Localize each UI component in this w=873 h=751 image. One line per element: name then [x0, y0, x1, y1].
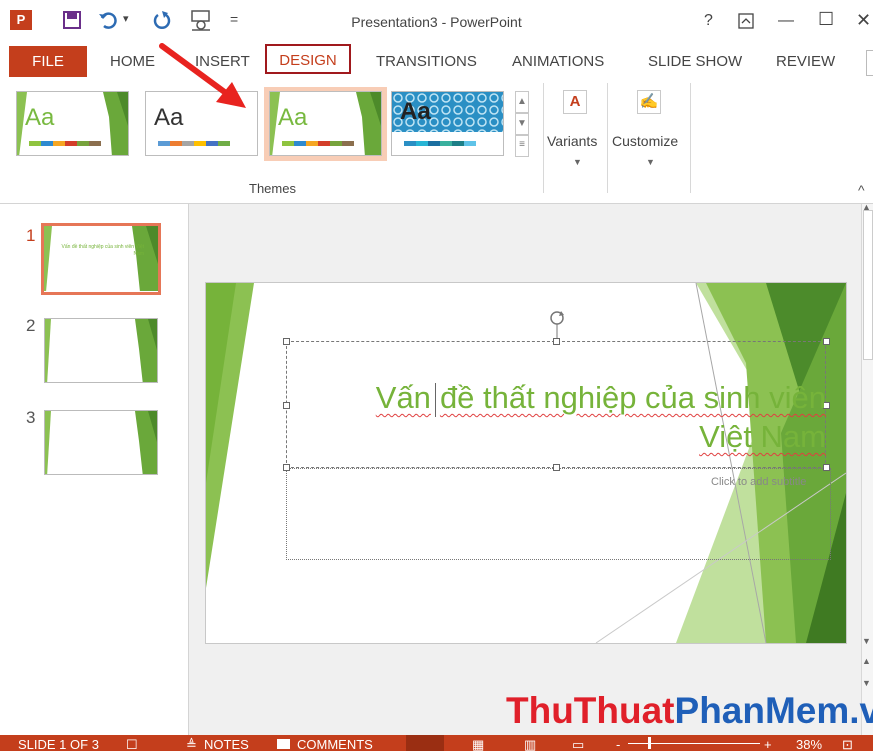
tab-animations[interactable]: ANIMATIONS [512, 53, 604, 70]
watermark-logo: ThuThuatPhanMem.vn [506, 690, 873, 732]
slide-thumbnail-3[interactable] [44, 410, 158, 475]
scrollbar-thumb[interactable] [863, 210, 873, 360]
variants-icon: A [563, 90, 587, 114]
theme-aa-label: Aa [400, 98, 431, 125]
resize-handle[interactable] [283, 338, 290, 345]
scroll-down-icon[interactable]: ▼ [862, 636, 871, 646]
theme-color-stripes [158, 141, 230, 146]
normal-view-button[interactable] [406, 735, 444, 751]
customize-label: Customize [612, 133, 679, 149]
watermark-part2: PhanMem [674, 690, 850, 731]
slide-count-status: SLIDE 1 OF 3 [18, 737, 99, 751]
thumbnail-title-text: Vấn đề thất nghiệp của sinh viên Việt Na… [61, 244, 144, 257]
scroll-up-icon[interactable]: ▲ [862, 202, 871, 212]
comments-icon[interactable] [277, 739, 290, 749]
ribbon-display-options-icon[interactable] [738, 13, 754, 29]
notes-button[interactable]: NOTES [204, 737, 249, 751]
sign-in-box[interactable] [866, 50, 873, 76]
resize-handle[interactable] [823, 464, 830, 471]
group-separator [690, 83, 691, 193]
resize-handle[interactable] [823, 338, 830, 345]
group-separator [543, 83, 544, 193]
text-cursor [434, 382, 436, 417]
slide-number-3: 3 [26, 408, 36, 427]
slide-canvas[interactable]: Vấn đề thất nghiệp của sinh viên Việt Nam… [206, 283, 846, 643]
collapse-ribbon-icon[interactable]: ^ [858, 182, 865, 198]
resize-handle[interactable] [283, 464, 290, 471]
next-slide-icon[interactable]: ▼ [862, 678, 871, 688]
tab-home[interactable]: HOME [110, 53, 155, 70]
notes-icon[interactable]: ≜ [186, 737, 197, 751]
watermark-part3: .vn [849, 690, 873, 731]
variants-label: Variants [547, 133, 598, 149]
gallery-scroll-down[interactable]: ▼ [515, 113, 529, 135]
minimize-button[interactable]: — [778, 12, 794, 30]
variants-button[interactable]: A Variants ▼ [547, 84, 605, 184]
zoom-slider-thumb[interactable] [648, 737, 651, 749]
resize-handle[interactable] [553, 338, 560, 345]
variants-dropdown-icon: ▼ [573, 157, 582, 167]
resize-handle[interactable] [553, 464, 560, 471]
comments-button[interactable]: COMMENTS [297, 737, 373, 751]
customize-icon: ✍ [637, 90, 661, 114]
slide-title-text[interactable]: Vấn đề thất nghiệp của sinh viên Việt Nam [286, 378, 826, 456]
vertical-scrollbar[interactable]: ▲ ▼ ▲ ▼ [861, 202, 873, 735]
rotate-handle-icon[interactable] [547, 308, 567, 338]
slide-number-2: 2 [26, 316, 36, 335]
theme-aa-label: Aa [278, 104, 308, 131]
watermark-part1: ThuThuat [506, 690, 675, 731]
title-line1-rest: đề thất nghiệp của sinh viên [439, 380, 826, 415]
themes-group-label: Themes [249, 181, 296, 196]
tab-design[interactable]: DESIGN [265, 44, 351, 74]
tab-slide-show[interactable]: SLIDE SHOW [648, 53, 742, 70]
maximize-button[interactable]: ☐ [818, 9, 834, 30]
help-button[interactable]: ? [704, 12, 713, 30]
zoom-level[interactable]: 38% [796, 737, 822, 751]
gallery-more-button[interactable]: ≡ [515, 135, 529, 157]
slide-thumbnail-2[interactable] [44, 318, 158, 383]
theme-aa-label: Aa [25, 104, 55, 131]
slide-thumbnail-1[interactable]: Vấn đề thất nghiệp của sinh viên Việt Na… [44, 226, 158, 291]
theme-facet-1[interactable]: Aa [16, 91, 129, 156]
tab-file[interactable]: FILE [9, 46, 87, 77]
customize-dropdown-icon: ▼ [646, 157, 655, 167]
fit-slide-icon[interactable]: ⊡ [842, 737, 853, 751]
theme-color-stripes [29, 141, 101, 146]
title-bar: P ▾ = Presentation3 - PowerPoint ? — ☐ ✕ [0, 0, 873, 44]
tab-review[interactable]: REVIEW [776, 53, 835, 70]
theme-color-stripes [404, 141, 476, 146]
spell-check-icon[interactable]: ☐ [126, 737, 138, 751]
status-bar: SLIDE 1 OF 3 ☐ ≜ NOTES COMMENTS ▦ ▥ ▭ - … [0, 735, 873, 751]
theme-pattern-4[interactable]: Aa [391, 91, 504, 156]
subtitle-placeholder-text: Click to add subtitle [711, 476, 807, 488]
red-arrow-annotation [159, 43, 246, 108]
slide-number-1: 1 [26, 226, 36, 245]
theme-color-stripes [282, 141, 354, 146]
reading-view-icon[interactable]: ▥ [524, 737, 536, 751]
title-line2: Việt Nam [699, 419, 826, 454]
theme-facet-3[interactable]: Aa [269, 91, 382, 156]
previous-slide-icon[interactable]: ▲ [862, 656, 871, 666]
zoom-out-button[interactable]: - [616, 737, 620, 751]
slide-show-icon[interactable]: ▭ [572, 737, 584, 751]
group-separator [607, 83, 608, 193]
close-button[interactable]: ✕ [856, 10, 871, 31]
slide-sorter-icon[interactable]: ▦ [472, 737, 484, 751]
customize-button[interactable]: ✍ Customize ▼ [612, 84, 688, 184]
gallery-scroll-up[interactable]: ▲ [515, 91, 529, 113]
zoom-in-button[interactable]: + [764, 737, 772, 751]
title-word-van: Vấn [375, 380, 431, 415]
tab-transitions[interactable]: TRANSITIONS [376, 53, 477, 70]
